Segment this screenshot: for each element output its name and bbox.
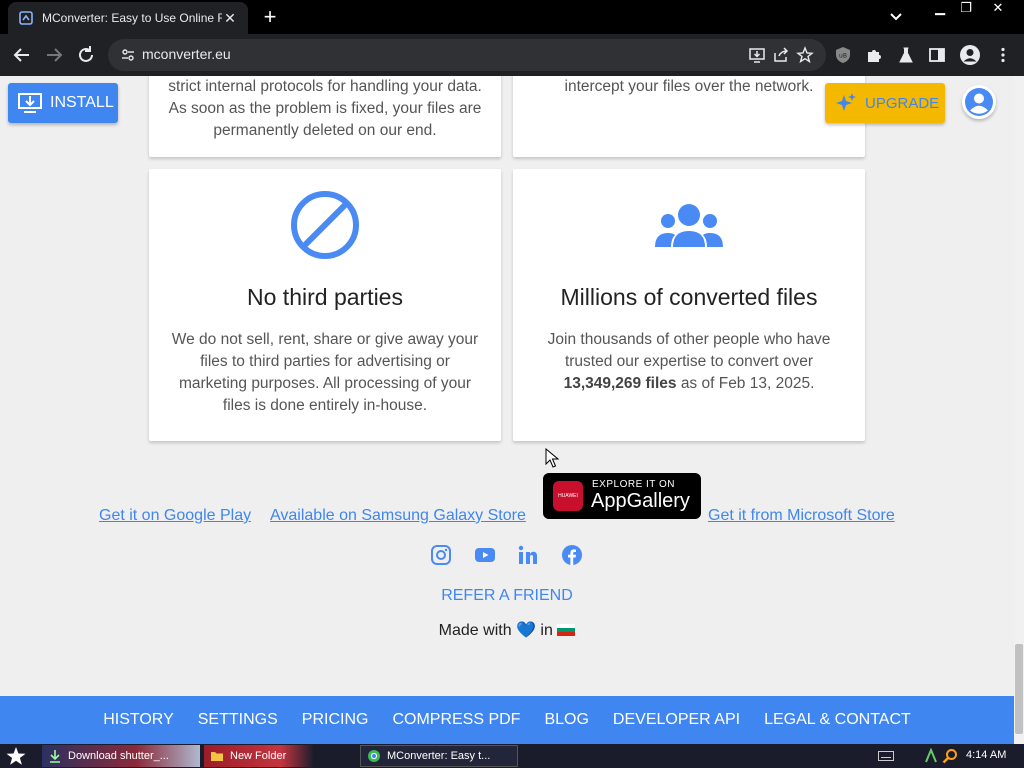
back-icon[interactable] xyxy=(11,44,33,66)
feature-card-encryption: intercept your files over the network. xyxy=(513,76,865,157)
facebook-icon[interactable] xyxy=(561,544,583,566)
svg-text:uB: uB xyxy=(839,53,847,60)
feature-card-no-third-parties: No third parties We do not sell, rent, s… xyxy=(149,169,501,441)
scrollbar-thumb[interactable] xyxy=(1015,644,1023,734)
close-tab-icon[interactable]: ✕ xyxy=(222,10,238,27)
linkedin-icon[interactable] xyxy=(517,544,539,566)
huawei-logo-icon: HUAWEI xyxy=(553,481,583,511)
upgrade-button[interactable]: UPGRADE xyxy=(825,83,945,123)
made-with-love-text: Made with 💙 in xyxy=(0,620,1014,640)
block-icon xyxy=(291,191,359,259)
url-text: mconverter.eu xyxy=(142,46,231,62)
card-text: intercept your files over the network. xyxy=(564,78,814,95)
download-icon xyxy=(50,750,60,763)
minimize-button[interactable]: ▁ xyxy=(926,0,954,18)
new-tab-button[interactable]: + xyxy=(258,6,282,28)
google-play-link[interactable]: Get it on Google Play xyxy=(99,507,251,525)
sparkle-icon xyxy=(836,93,856,111)
app-store-badges: Get it on Google Play Available on Samsu… xyxy=(0,473,1014,525)
youtube-icon[interactable] xyxy=(474,544,496,566)
card-title: No third parties xyxy=(247,284,403,310)
microsoft-store-link[interactable]: Get it from Microsoft Store xyxy=(708,507,895,525)
made-with-label: Made with xyxy=(438,622,512,639)
forward-icon[interactable] xyxy=(43,44,65,66)
refer-a-friend-link[interactable]: REFER A FRIEND xyxy=(0,587,1014,605)
footer-link-settings[interactable]: SETTINGS xyxy=(198,711,278,729)
clock: 4:14 AM xyxy=(966,749,1007,761)
card-text: Join thousands of other people who have … xyxy=(513,329,865,395)
tab-title: MConverter: Easy to Use Online File xyxy=(42,11,222,25)
install-button[interactable]: INSTALL xyxy=(8,83,118,123)
page-scrollbar[interactable] xyxy=(1014,76,1024,744)
mouse-cursor-icon xyxy=(545,448,559,468)
ublock-shield-icon[interactable]: uB xyxy=(834,46,852,64)
footer-link-history[interactable]: HISTORY xyxy=(103,711,174,729)
card-text: We do not sell, rent, share or give away… xyxy=(171,331,479,414)
network-tray-icon[interactable] xyxy=(924,748,938,764)
os-taskbar: Download shutter_... New Folder MConvert… xyxy=(0,744,1024,768)
google-play-label: Get it on Google Play xyxy=(99,507,252,524)
converted-count: 13,349,269 files xyxy=(563,375,677,392)
site-info-icon[interactable] xyxy=(120,47,136,63)
instagram-icon[interactable] xyxy=(430,544,452,566)
card-text-after: as of Feb 13, 2025. xyxy=(680,375,815,392)
card-text-before: Join thousands of other people who have … xyxy=(547,331,831,370)
browser-tab-bar: MConverter: Easy to Use Online File ✕ + … xyxy=(0,0,1024,34)
extensions-puzzle-icon[interactable] xyxy=(865,46,883,64)
close-window-button[interactable]: ✕ xyxy=(984,0,1012,18)
restore-button[interactable]: ❐ xyxy=(952,0,980,18)
taskbar-item-mconverter[interactable]: MConverter: Easy t... xyxy=(360,745,518,767)
taskbar-item-label: New Folder xyxy=(230,750,287,762)
blue-heart-icon: 💙 xyxy=(516,622,536,639)
account-circle-icon xyxy=(965,88,993,116)
feature-card-millions-converted: Millions of converted files Join thousan… xyxy=(513,169,865,441)
footer-link-developer-api[interactable]: DEVELOPER API xyxy=(613,711,740,729)
taskbar-item-label: Download shutter_... xyxy=(68,750,169,762)
upgrade-label: UPGRADE xyxy=(865,94,940,112)
footer-nav: HISTORY SETTINGS PRICING COMPRESS PDF BL… xyxy=(0,696,1014,744)
mconverter-favicon-icon xyxy=(18,10,34,26)
bookmark-star-icon[interactable] xyxy=(796,46,814,64)
made-in-label: in xyxy=(540,622,553,639)
account-button[interactable] xyxy=(962,85,996,119)
card-title: Millions of converted files xyxy=(560,284,818,310)
samsung-galaxy-store-link[interactable]: Available on Samsung Galaxy Store xyxy=(270,507,526,525)
card-text: strict internal protocols for handling y… xyxy=(168,78,482,139)
bulgaria-flag-icon xyxy=(557,624,576,636)
footer-link-compress-pdf[interactable]: COMPRESS PDF xyxy=(392,711,520,729)
appgallery-badge[interactable]: HUAWEI EXPLORE IT ON AppGallery xyxy=(543,473,701,519)
samsung-label: Available on Samsung Galaxy Store xyxy=(270,507,526,524)
folder-icon xyxy=(211,752,223,761)
microsoft-label: Get it from Microsoft Store xyxy=(708,507,895,524)
labs-flask-icon[interactable] xyxy=(897,46,915,64)
address-bar[interactable]: mconverter.eu xyxy=(108,39,826,71)
side-panel-icon[interactable] xyxy=(928,46,946,64)
tab-search-chevron-icon[interactable] xyxy=(886,8,906,26)
refer-label: REFER A FRIEND xyxy=(441,587,573,604)
appgallery-small-label: EXPLORE IT ON xyxy=(592,479,676,490)
install-label: INSTALL xyxy=(50,94,114,111)
taskbar-item-new-folder[interactable]: New Folder xyxy=(204,745,314,767)
taskbar-item-label: MConverter: Easy t... xyxy=(387,750,491,762)
chrome-icon xyxy=(368,750,380,762)
chrome-menu-icon[interactable] xyxy=(994,46,1012,64)
keyboard-icon[interactable] xyxy=(878,751,894,761)
install-desktop-icon xyxy=(18,93,42,113)
taskbar-item-download[interactable]: Download shutter_... xyxy=(42,745,200,767)
share-icon[interactable] xyxy=(772,46,790,64)
appgallery-big-label: AppGallery xyxy=(591,490,690,512)
footer-link-blog[interactable]: BLOG xyxy=(544,711,588,729)
footer-link-pricing[interactable]: PRICING xyxy=(302,711,369,729)
start-star-icon[interactable] xyxy=(6,747,26,765)
install-app-icon[interactable] xyxy=(748,46,766,64)
browser-toolbar: mconverter.eu uB xyxy=(0,34,1024,76)
search-tray-icon[interactable] xyxy=(942,748,958,764)
reload-icon[interactable] xyxy=(75,44,97,66)
footer-link-legal-contact[interactable]: LEGAL & CONTACT xyxy=(764,711,911,729)
people-group-icon xyxy=(655,204,723,247)
feature-card-secure-handling: strict internal protocols for handling y… xyxy=(149,76,501,157)
browser-tab[interactable]: MConverter: Easy to Use Online File ✕ xyxy=(8,2,248,34)
profile-avatar-icon[interactable] xyxy=(959,44,981,66)
page-content: strict internal protocols for handling y… xyxy=(0,76,1014,744)
